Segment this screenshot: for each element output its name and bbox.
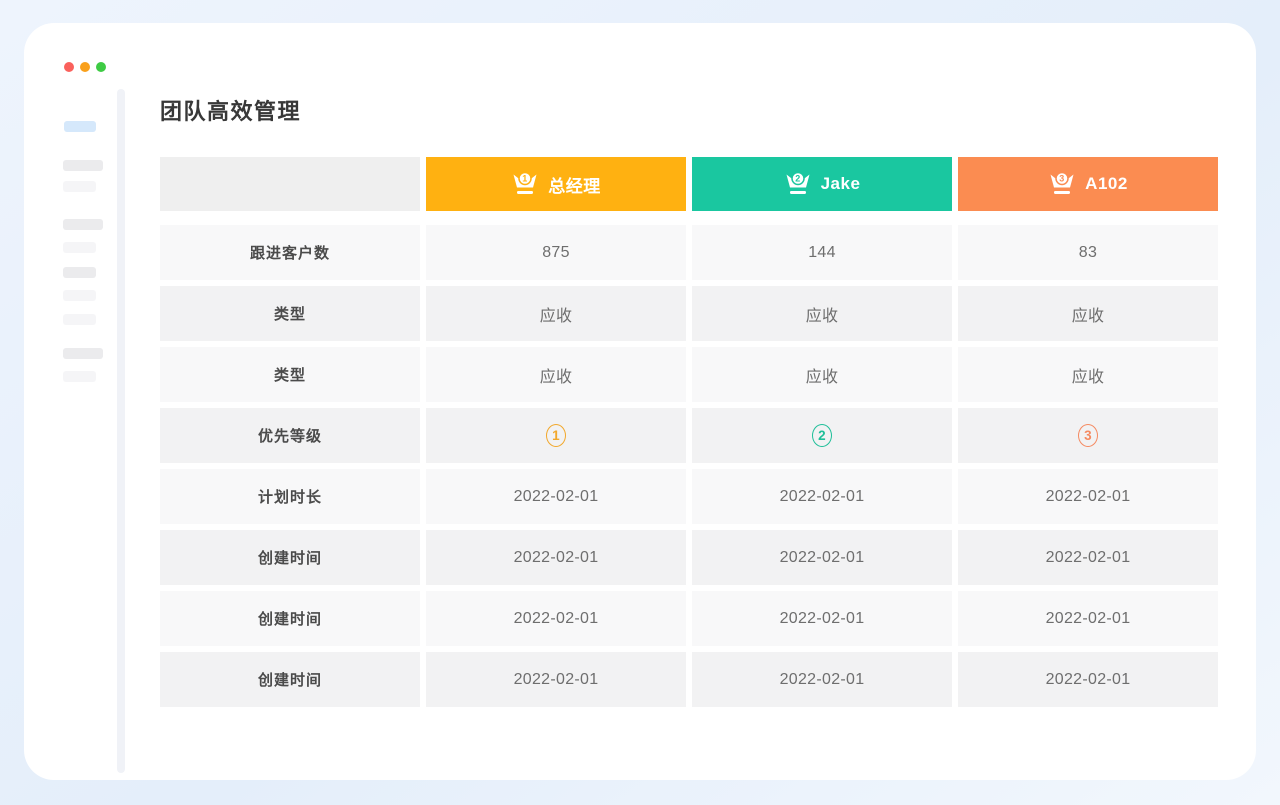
row-value: 2022-02-01 [958,530,1218,585]
row-value: 2 [692,408,952,463]
priority-badge: 1 [546,424,566,447]
priority-badge: 3 [1078,424,1098,447]
sidebar-skeleton-bar [63,181,96,192]
svg-text:3: 3 [1059,174,1065,184]
column-header-label: 总经理 [548,172,601,197]
column-header-rank-1[interactable]: 1 总经理 [426,157,686,211]
table-header: 1 总经理 2 Jake 3 A102 [160,157,1218,211]
row-label: 优先等级 [160,408,420,463]
row-value: 2022-02-01 [692,652,952,707]
sidebar-item-active[interactable] [64,121,96,132]
row-value: 2022-02-01 [426,530,686,585]
row-value: 2022-02-01 [692,469,952,524]
row-label: 计划时长 [160,469,420,524]
sidebar-skeleton-bar [63,242,96,253]
sidebar-skeleton-bar [63,348,103,359]
column-header-label: Jake [821,174,861,194]
page-title: 团队高效管理 [160,94,301,126]
row-value: 2022-02-01 [426,469,686,524]
row-value: 应收 [426,347,686,402]
row-value: 3 [958,408,1218,463]
sidebar-skeleton-bar [63,219,103,230]
row-value: 1 [426,408,686,463]
row-value: 875 [426,225,686,280]
row-value: 2022-02-01 [958,591,1218,646]
row-value: 2022-02-01 [692,591,952,646]
row-value: 2022-02-01 [958,469,1218,524]
row-label: 创建时间 [160,591,420,646]
app-window: 团队高效管理 1总经理2Jake3A102 跟进客户数87514483类型应收应… [24,23,1256,780]
row-value: 应收 [958,347,1218,402]
row-value: 应收 [958,286,1218,341]
sidebar-skeleton-bar [63,371,96,382]
leaderboard-table: 1总经理2Jake3A102 跟进客户数87514483类型应收应收应收类型应收… [160,157,1218,707]
row-label: 类型 [160,286,420,341]
row-value: 2022-02-01 [692,530,952,585]
row-label: 跟进客户数 [160,225,420,280]
column-header-label: A102 [1085,174,1128,194]
table-header-empty-cell [160,157,420,211]
sidebar-skeleton-bar [63,314,96,325]
row-value: 144 [692,225,952,280]
priority-badge: 2 [812,424,832,447]
row-value: 应收 [692,347,952,402]
column-header-rank-2[interactable]: 2 Jake [692,157,952,211]
sidebar-skeleton-bar [63,160,103,171]
sidebar-skeleton-bar [63,267,96,278]
row-label: 类型 [160,347,420,402]
table-body: 跟进客户数87514483类型应收应收应收类型应收应收应收优先等级123计划时长… [160,225,1218,707]
row-value: 应收 [426,286,686,341]
row-label: 创建时间 [160,652,420,707]
svg-text:1: 1 [522,174,528,184]
row-label: 创建时间 [160,530,420,585]
crown-rank-2-icon: 2 [784,171,812,197]
crown-rank-1-icon: 1 [511,171,539,197]
svg-text:2: 2 [795,174,801,184]
row-value: 2022-02-01 [426,652,686,707]
row-value: 应收 [692,286,952,341]
row-value: 83 [958,225,1218,280]
row-value: 2022-02-01 [958,652,1218,707]
sidebar [24,23,117,780]
crown-rank-3-icon: 3 [1048,171,1076,197]
sidebar-skeleton-bar [63,290,96,301]
sidebar-divider [117,89,125,773]
column-header-rank-3[interactable]: 3 A102 [958,157,1218,211]
row-value: 2022-02-01 [426,591,686,646]
